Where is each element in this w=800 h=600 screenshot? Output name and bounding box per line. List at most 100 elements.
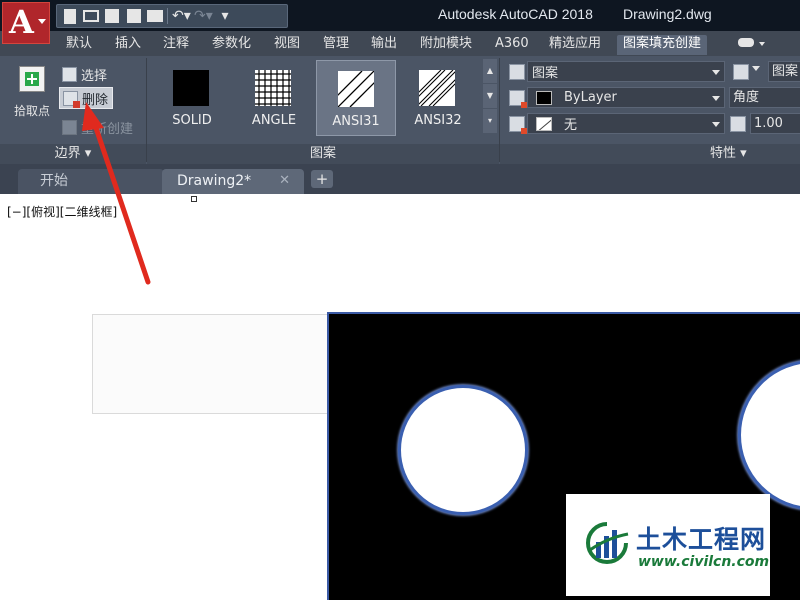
chevron-down-icon [712, 70, 720, 75]
document-tab-bar: 开始 Drawing2* ✕ [0, 164, 800, 194]
angle-swatch-icon [255, 70, 291, 106]
pattern-label: ANSI31 [332, 114, 380, 129]
tab-start[interactable]: 开始 [18, 169, 164, 194]
tab-default[interactable]: 默认 [60, 35, 98, 55]
hatch-type-dropdown[interactable]: 图案 [527, 61, 725, 82]
hatch-type-value: 图案 [532, 66, 559, 81]
save-as-icon[interactable] [127, 9, 141, 23]
angle-field[interactable]: 角度 [729, 87, 800, 108]
open-icon[interactable] [83, 10, 99, 22]
remove-boundary-button[interactable]: 删除 [59, 87, 114, 109]
circle-boundary[interactable] [398, 385, 528, 515]
gallery-scroll-down[interactable]: ▼ [483, 84, 497, 108]
toolbar-divider [167, 8, 168, 24]
chevron-down-icon[interactable] [752, 66, 760, 71]
tab-a360[interactable]: A360 [489, 35, 535, 55]
pattern-label: SOLID [172, 113, 212, 128]
title-bar: ↶▾ ↷▾ ▾ Autodesk AutoCAD 2018 Drawing2.d… [0, 0, 800, 31]
autocad-logo-icon: A [9, 3, 34, 41]
civilcn-logo-icon [586, 522, 629, 564]
tab-start-label: 开始 [40, 173, 68, 189]
boundary-panel-label: 边界 [54, 146, 81, 161]
tab-output[interactable]: 输出 [365, 35, 403, 55]
tab-insert[interactable]: 插入 [109, 35, 147, 55]
remove-boundary-icon [63, 90, 80, 108]
pick-points-label: 拾取点 [13, 104, 50, 118]
select-boundary-label: 选择 [81, 68, 108, 84]
application-menu-button[interactable]: A [2, 2, 50, 44]
close-icon[interactable]: ✕ [279, 169, 290, 193]
tab-featured-apps[interactable]: 精选应用 [543, 35, 607, 55]
properties-panel-title[interactable]: 特性 ▾ [500, 144, 800, 164]
hatch-type-icon [509, 64, 525, 80]
color-swatch-black [536, 90, 552, 105]
recreate-boundary-button[interactable]: 重新创建 [62, 116, 133, 138]
save-icon[interactable] [105, 9, 119, 23]
pattern-ansi32[interactable]: ANSI32 [398, 60, 478, 136]
hatch-color-icon [509, 90, 527, 108]
pattern-gallery: SOLID ANGLE ANSI31 ANSI32 [150, 58, 482, 140]
select-boundary-icon [62, 66, 77, 82]
boundary-panel-title[interactable]: 边界 ▾ [0, 144, 146, 164]
tab-manage[interactable]: 管理 [317, 35, 355, 55]
undo-icon[interactable]: ↶▾ [172, 8, 191, 24]
recreate-boundary-label: 重新创建 [81, 121, 134, 137]
gallery-scroll-up[interactable]: ▲ [483, 59, 497, 83]
chevron-down-icon [712, 96, 720, 101]
pick-points-button[interactable]: 拾取点 [10, 64, 54, 124]
viewport-controls[interactable]: [−][俯视][二维线框] [7, 203, 117, 220]
ribbon-tab-bar: 默认 插入 注释 参数化 视图 管理 输出 附加模块 A360 精选应用 图案填… [0, 31, 800, 56]
properties-panel-label: 特性 [710, 146, 737, 161]
background-color-icon [509, 116, 527, 134]
tooltip-ghost [92, 314, 332, 414]
scale-icon [730, 116, 746, 132]
chevron-down-icon [712, 122, 720, 127]
watermark-name: 土木工程网 [636, 525, 767, 554]
background-color-dropdown[interactable]: 无 [527, 113, 725, 134]
tab-addins[interactable]: 附加模块 [414, 35, 478, 55]
pattern-name-field[interactable]: 图案 [768, 61, 800, 82]
pattern-panel-title: 图案 [147, 144, 499, 164]
grip-marker[interactable] [191, 196, 197, 202]
layer-icon [733, 64, 749, 80]
customize-icon[interactable]: ▾ [216, 8, 234, 24]
background-color-value: 无 [564, 118, 578, 133]
app-title: Autodesk AutoCAD 2018 [438, 6, 593, 22]
file-name: Drawing2.dwg [623, 6, 712, 22]
select-boundary-button[interactable]: 选择 [62, 63, 107, 85]
pick-points-icon [19, 66, 45, 92]
solid-swatch-icon [173, 70, 209, 106]
plus-icon [25, 72, 39, 86]
tab-annotate[interactable]: 注释 [157, 35, 195, 55]
pattern-solid[interactable]: SOLID [152, 60, 232, 136]
pattern-angle[interactable]: ANGLE [234, 60, 314, 136]
watermark-url: www.civilcn.com [638, 554, 770, 570]
print-icon[interactable] [147, 10, 163, 22]
pattern-ansi31[interactable]: ANSI31 [316, 60, 396, 136]
tab-hatch-creation[interactable]: 图案填充创建 [617, 35, 708, 55]
ansi31-swatch-icon [338, 71, 374, 107]
recreate-boundary-icon [62, 119, 77, 135]
new-tab-button[interactable]: + [311, 170, 333, 188]
watermark: 土木工程网 www.civilcn.com [566, 494, 770, 596]
hatch-color-value: ByLayer [564, 90, 617, 105]
color-swatch-none [536, 116, 552, 131]
chevron-down-icon[interactable] [759, 42, 765, 46]
scale-field[interactable]: 1.00 [750, 113, 800, 134]
redo-icon[interactable]: ↷▾ [194, 8, 213, 24]
tab-drawing2-label: Drawing2* [177, 173, 252, 189]
pattern-label: ANSI32 [414, 113, 462, 128]
tab-view[interactable]: 视图 [268, 35, 306, 55]
tab-drawing2[interactable]: Drawing2* ✕ [162, 169, 304, 194]
hatch-color-dropdown[interactable]: ByLayer [527, 87, 725, 108]
cloud-icon[interactable] [738, 38, 754, 47]
gallery-expand[interactable]: ▾ [483, 109, 497, 133]
ansi32-swatch-icon [419, 70, 455, 106]
pattern-label: ANGLE [251, 113, 297, 128]
remove-boundary-label: 删除 [82, 92, 109, 108]
gallery-scroll: ▲ ▼ ▾ [482, 58, 498, 140]
chevron-down-icon [38, 19, 46, 24]
new-icon[interactable] [64, 8, 76, 24]
quick-access-toolbar: ↶▾ ↷▾ ▾ [56, 4, 288, 28]
tab-parametric[interactable]: 参数化 [206, 35, 257, 55]
